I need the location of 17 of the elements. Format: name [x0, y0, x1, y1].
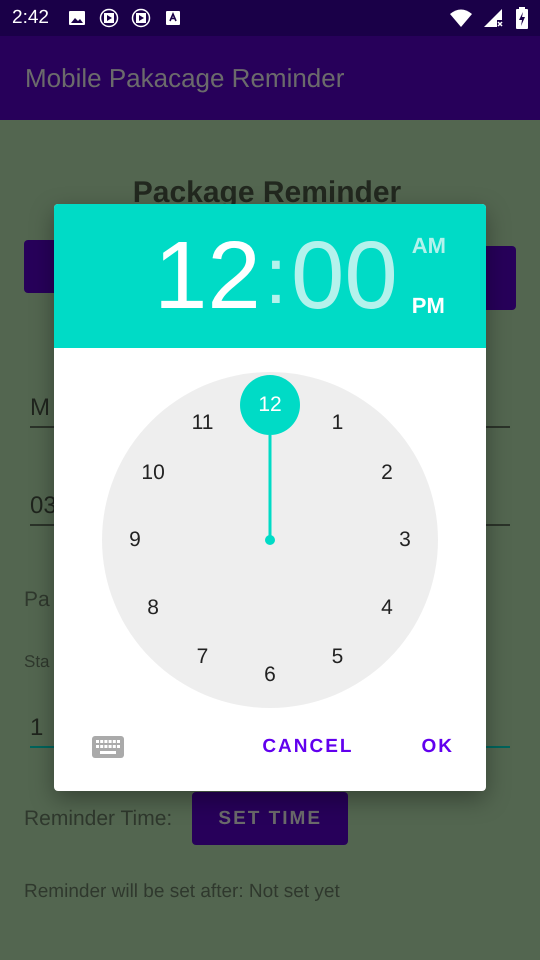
dial-number[interactable]: 9	[105, 510, 165, 570]
signal-icon	[484, 9, 504, 27]
keyboard-icon[interactable]	[92, 736, 124, 758]
dial-number[interactable]: 6	[240, 645, 300, 705]
time-separator: :	[264, 230, 288, 322]
wifi-icon	[450, 9, 472, 27]
page-heading: Package Reminder	[132, 176, 402, 210]
video-icon	[98, 8, 119, 28]
status-time: 2:42	[12, 7, 49, 29]
video-icon	[130, 8, 151, 28]
clock-dial[interactable]: 12 1 2 3 4 5 6 7 8 9 10 11	[102, 372, 438, 708]
image-icon	[66, 8, 87, 28]
battery-icon	[516, 7, 528, 29]
cancel-button[interactable]: CANCEL	[250, 728, 366, 766]
app-title: Mobile Pakacage Reminder	[25, 62, 344, 94]
dial-number[interactable]: 3	[375, 510, 435, 570]
ok-button[interactable]: OK	[410, 728, 466, 766]
